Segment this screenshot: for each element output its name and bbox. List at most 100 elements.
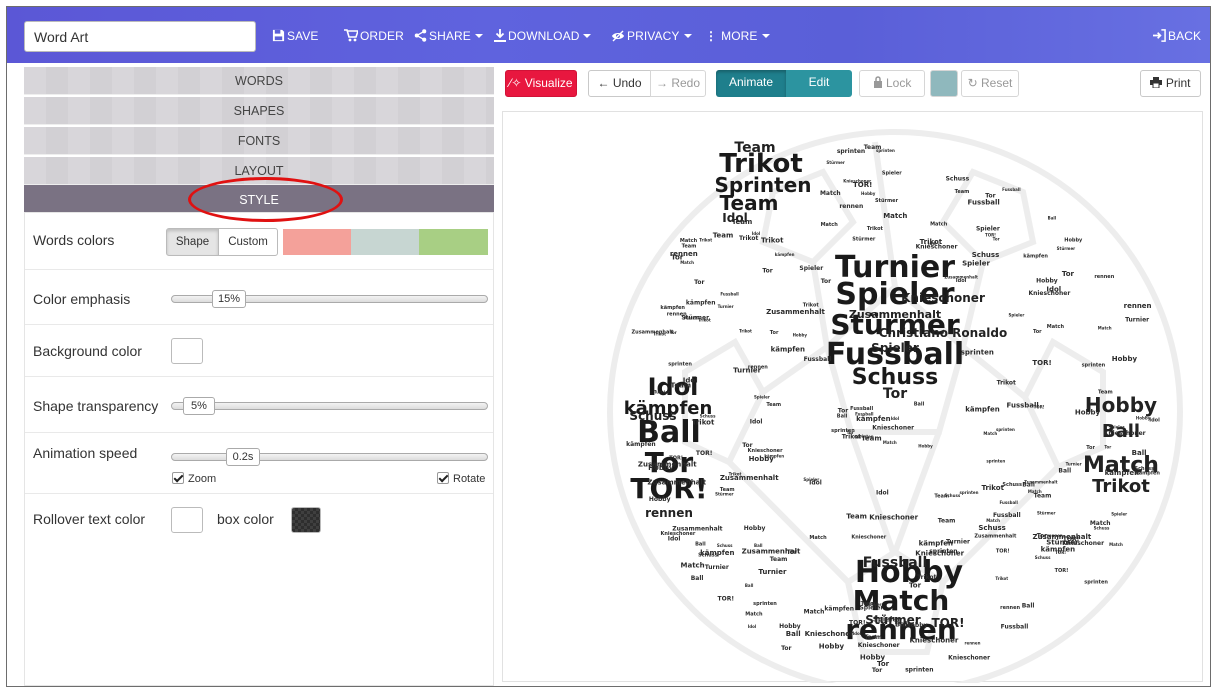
cloud-word: TOR! bbox=[931, 616, 964, 630]
cloud-word: kämpfen bbox=[771, 346, 805, 354]
section-style[interactable]: STYLE bbox=[24, 185, 494, 215]
shape-transparency-label: Shape transparency bbox=[33, 398, 159, 414]
cloud-word: Kniescho­ner bbox=[805, 630, 854, 638]
cloud-word: TOR! bbox=[996, 548, 1010, 554]
cloud-word: Tor bbox=[1062, 270, 1075, 278]
cloud-word: sprinten bbox=[855, 434, 874, 439]
cloud-word: Ball bbox=[1048, 215, 1057, 220]
order-button[interactable]: ORDER bbox=[344, 29, 404, 43]
shape-transparency-slider[interactable] bbox=[171, 402, 488, 410]
order-label: ORDER bbox=[360, 29, 404, 43]
cloud-word: Idol bbox=[1149, 418, 1160, 424]
rotate-checkbox[interactable]: Rotate bbox=[437, 472, 485, 485]
cloud-word: Team bbox=[1098, 390, 1113, 396]
download-label: DOWNLOAD bbox=[508, 29, 580, 43]
cloud-word: Kniescho­ner bbox=[872, 424, 914, 431]
cloud-word: Tor bbox=[993, 237, 1000, 242]
color-swatch-2[interactable] bbox=[351, 229, 419, 255]
checkbox-checked-icon bbox=[437, 472, 449, 484]
section-layout[interactable]: LAYOUT bbox=[24, 157, 494, 185]
zoom-label: Zoom bbox=[188, 473, 217, 485]
cloud-word: Team bbox=[713, 231, 734, 239]
share-label: SHARE bbox=[429, 29, 471, 43]
redo-label: Redo bbox=[671, 76, 701, 90]
color-swatch-1[interactable] bbox=[283, 229, 351, 255]
zoom-checkbox[interactable]: Zoom bbox=[172, 472, 216, 485]
rollover-box-color-picker[interactable] bbox=[291, 507, 321, 533]
cloud-word: Team bbox=[682, 244, 697, 250]
visualize-button[interactable]: ⁄✧ Visualize bbox=[505, 70, 577, 97]
animation-speed-handle[interactable]: 0.2s bbox=[226, 448, 260, 466]
color-emphasis-handle[interactable]: 15% bbox=[212, 290, 246, 308]
word-cloud-canvas[interactable]: Turnier Spieler Stürmer Fussball Schuss Idol k… bbox=[502, 111, 1204, 686]
cloud-word: sprinten bbox=[668, 362, 692, 368]
cloud-word: rennen bbox=[965, 641, 981, 646]
animate-mode-button[interactable]: Animate bbox=[716, 70, 786, 97]
section-words[interactable]: WORDS bbox=[24, 67, 494, 95]
privacy-dropdown[interactable]: PRIVACY bbox=[611, 29, 692, 43]
cloud-word: Match bbox=[745, 612, 763, 618]
cloud-word: kämpfen bbox=[626, 441, 656, 448]
reset-button[interactable]: ↻ Reset bbox=[961, 70, 1019, 97]
edit-mode-button[interactable]: Edit bbox=[786, 70, 852, 97]
cloud-word: Fussball bbox=[804, 356, 832, 363]
cloud-word: Idol bbox=[928, 241, 937, 246]
cloud-word: Team bbox=[734, 140, 775, 156]
rollover-text-color-picker[interactable] bbox=[171, 507, 203, 533]
cloud-word: Hobby bbox=[1036, 277, 1058, 284]
cloud-word: Spieler bbox=[1008, 313, 1024, 318]
cloud-word: Schuss bbox=[945, 493, 961, 498]
background-color-picker[interactable] bbox=[171, 338, 203, 364]
back-button[interactable]: BACK bbox=[1153, 29, 1201, 43]
title-input[interactable] bbox=[24, 21, 256, 52]
cloud-word: Hobby bbox=[793, 333, 808, 338]
section-fonts[interactable]: FONTS bbox=[24, 127, 494, 155]
save-button[interactable]: SAVE bbox=[272, 29, 319, 43]
chevron-down-icon bbox=[583, 34, 592, 38]
more-label: MORE bbox=[721, 29, 758, 43]
cloud-word: Team bbox=[770, 556, 788, 563]
cloud-word: Kniescho­ner bbox=[843, 179, 871, 184]
box-color-label: box color bbox=[217, 511, 274, 527]
cloud-word: Spieler bbox=[871, 341, 919, 355]
print-button[interactable]: Print bbox=[1140, 70, 1201, 97]
magic-wand-icon: ⁄✧ bbox=[509, 76, 522, 90]
lock-button[interactable]: Lock bbox=[859, 70, 925, 97]
cloud-word: Tor bbox=[821, 278, 831, 285]
shape-transparency-row: Shape transparency 5% bbox=[25, 377, 493, 433]
shape-transparency-handle[interactable]: 5% bbox=[183, 397, 215, 415]
word-cloud-soccer-ball[interactable]: Turnier Spieler Stürmer Fussball Schuss Idol k… bbox=[503, 112, 1204, 686]
custom-colors-toggle[interactable]: Custom bbox=[218, 228, 278, 256]
canvas-color-swatch[interactable] bbox=[930, 70, 958, 97]
cloud-word: TOR! bbox=[696, 450, 713, 457]
undo-button[interactable]: ← Undo bbox=[588, 70, 651, 97]
eye-icon bbox=[612, 30, 624, 42]
cloud-word: Stürmer bbox=[826, 160, 844, 165]
cloud-word: Zusammenhalt bbox=[766, 308, 825, 316]
style-settings: Words colors Shape Custom Color emphasis… bbox=[24, 212, 494, 686]
cloud-word: kämpfen bbox=[965, 405, 999, 413]
cloud-word: Schuss bbox=[629, 409, 676, 423]
cloud-word: rennen bbox=[839, 203, 863, 210]
cloud-word: Hobby bbox=[1064, 238, 1083, 244]
animation-speed-slider[interactable] bbox=[171, 453, 488, 461]
cloud-word: Trikot bbox=[739, 329, 752, 334]
cloud-word: Idol bbox=[853, 631, 862, 636]
cloud-word: Turnier bbox=[758, 568, 787, 576]
section-shapes[interactable]: SHAPES bbox=[24, 97, 494, 125]
cloud-word: Kniescho­ner bbox=[909, 637, 958, 645]
more-dropdown[interactable]: ⋮ MORE bbox=[705, 29, 770, 43]
cloud-word: Tor bbox=[1033, 329, 1042, 335]
shape-colors-toggle[interactable]: Shape bbox=[166, 228, 219, 256]
cloud-word: Trikot bbox=[997, 379, 1016, 386]
cloud-word: Kniescho­ner bbox=[901, 291, 985, 305]
background-color-row: Background color bbox=[25, 325, 493, 377]
cloud-word: Stürmer bbox=[1037, 510, 1055, 515]
redo-button[interactable]: → Redo bbox=[650, 70, 706, 97]
share-dropdown[interactable]: SHARE bbox=[414, 29, 483, 43]
back-label: BACK bbox=[1168, 29, 1202, 43]
color-swatch-3[interactable] bbox=[419, 229, 488, 255]
cloud-word: Idol bbox=[1046, 285, 1061, 293]
download-dropdown[interactable]: DOWNLOAD bbox=[494, 29, 592, 43]
print-label: Print bbox=[1165, 76, 1191, 90]
